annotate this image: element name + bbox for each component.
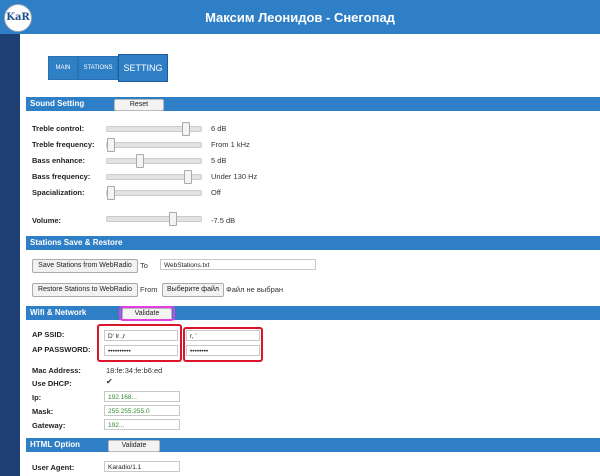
treble-frequency-slider[interactable] [106,138,202,152]
ip-input[interactable]: 192.168... [104,391,180,402]
tab-stations[interactable]: STATIONS [78,56,118,80]
restore-stations-button[interactable]: Restore Stations to WebRadio [32,283,138,297]
mask-input[interactable]: 255.255.255.0 [104,405,180,416]
bass-enhance-slider[interactable] [106,154,202,168]
left-sidebar [0,34,20,476]
save-stations-button[interactable]: Save Stations from WebRadio [32,259,138,273]
ssid-password-highlight-right [183,327,263,362]
spacialization-slider[interactable] [106,186,202,200]
now-playing-title: Максим Леонидов - Снегопад [205,10,395,25]
spacialization-label: Spacialization: [32,188,85,197]
slider-thumb[interactable] [184,170,192,184]
volume-value: -7.5 dB [211,216,236,225]
tab-setting[interactable]: SETTING [118,54,168,82]
volume-slider[interactable] [106,212,202,226]
sound-setting-header: Sound Setting Reset [26,97,600,111]
slider-thumb[interactable] [107,186,115,200]
mac-address-label: Mac Address: [32,366,81,375]
bass-enhance-value: 5 dB [211,156,227,165]
volume-label: Volume: [32,216,62,225]
slider-thumb[interactable] [182,122,190,136]
use-dhcp-label: Use DHCP: [32,379,72,388]
treble-control-label: Treble control: [32,124,85,133]
treble-frequency-value: From 1 kHz [211,140,250,149]
bass-frequency-slider[interactable] [106,170,202,184]
mac-address-value: 18:fe:34:fe:b6:ed [106,366,163,375]
html-option-title: HTML Option [30,440,81,449]
bass-frequency-value: Under 130 Hz [211,172,258,181]
stations-save-restore-header: Stations Save & Restore [26,236,600,250]
stations-save-restore-title: Stations Save & Restore [30,238,123,247]
wifi-network-header: Wifi & Network Validate [26,306,600,320]
bass-frequency-label: Bass frequency: [32,172,91,181]
choose-file-button[interactable]: Выберите файл [162,283,224,297]
treble-frequency-label: Treble frequency: [32,140,95,149]
no-file-chosen-label: Файл не выбран [226,285,284,294]
slider-thumb[interactable] [169,212,177,226]
save-filename-input[interactable]: WebStations.txt [160,259,316,270]
user-agent-label: User Agent: [32,463,75,472]
reset-button[interactable]: Reset [114,99,164,111]
from-label: From [140,285,158,294]
treble-control-value: 6 dB [211,124,227,133]
ssid-password-highlight-left [97,324,182,362]
slider-thumb[interactable] [136,154,144,168]
gateway-input[interactable]: 192... [104,419,180,430]
mask-label: Mask: [32,407,54,416]
sound-setting-title: Sound Setting [30,99,85,108]
spacialization-value: Off [211,188,221,197]
ip-label: Ip: [32,393,42,402]
wifi-network-title: Wifi & Network [30,308,87,317]
bass-enhance-label: Bass enhance: [32,156,85,165]
user-agent-input[interactable]: Karadio/1.1 [104,461,180,472]
treble-control-slider[interactable] [106,122,202,136]
ap-ssid-label: AP SSID: [32,330,65,339]
ap-password-label: AP PASSWORD: [32,345,91,354]
use-dhcp-checkbox[interactable]: ✔ [106,378,114,386]
validate-highlight-magenta [119,306,175,321]
tab-main[interactable]: MAIN [48,56,78,80]
gateway-label: Gateway: [32,421,66,430]
html-option-header: HTML Option Validate [26,438,600,452]
slider-thumb[interactable] [107,138,115,152]
html-validate-button[interactable]: Validate [108,440,160,452]
top-bar: KaR Максим Леонидов - Снегопад [0,0,600,34]
to-label: To [140,261,148,270]
